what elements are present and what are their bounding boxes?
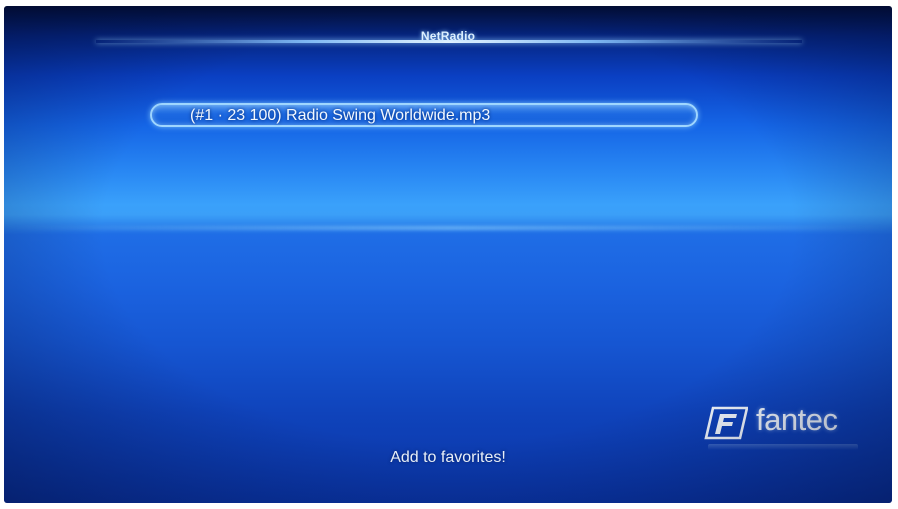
fantec-f-logo-icon xyxy=(704,406,748,440)
horizon-glow xyxy=(4,226,892,230)
page: NetRadio (#1 · 23 100) Radio Swing World… xyxy=(0,0,898,509)
status-message: Add to favorites! xyxy=(390,449,506,466)
tv-screen: NetRadio (#1 · 23 100) Radio Swing World… xyxy=(4,6,892,503)
playlist: (#1 · 23 100) Radio Swing Worldwide.mp3 xyxy=(150,103,698,127)
fantec-logo: fantec xyxy=(704,402,864,450)
logo-wordmark: fantec xyxy=(756,402,838,437)
title-bar: NetRadio xyxy=(4,6,892,66)
page-title: NetRadio xyxy=(420,29,476,43)
list-item-selected[interactable]: (#1 · 23 100) Radio Swing Worldwide.mp3 xyxy=(150,103,698,127)
list-item-label: (#1 · 23 100) Radio Swing Worldwide.mp3 xyxy=(190,107,491,124)
